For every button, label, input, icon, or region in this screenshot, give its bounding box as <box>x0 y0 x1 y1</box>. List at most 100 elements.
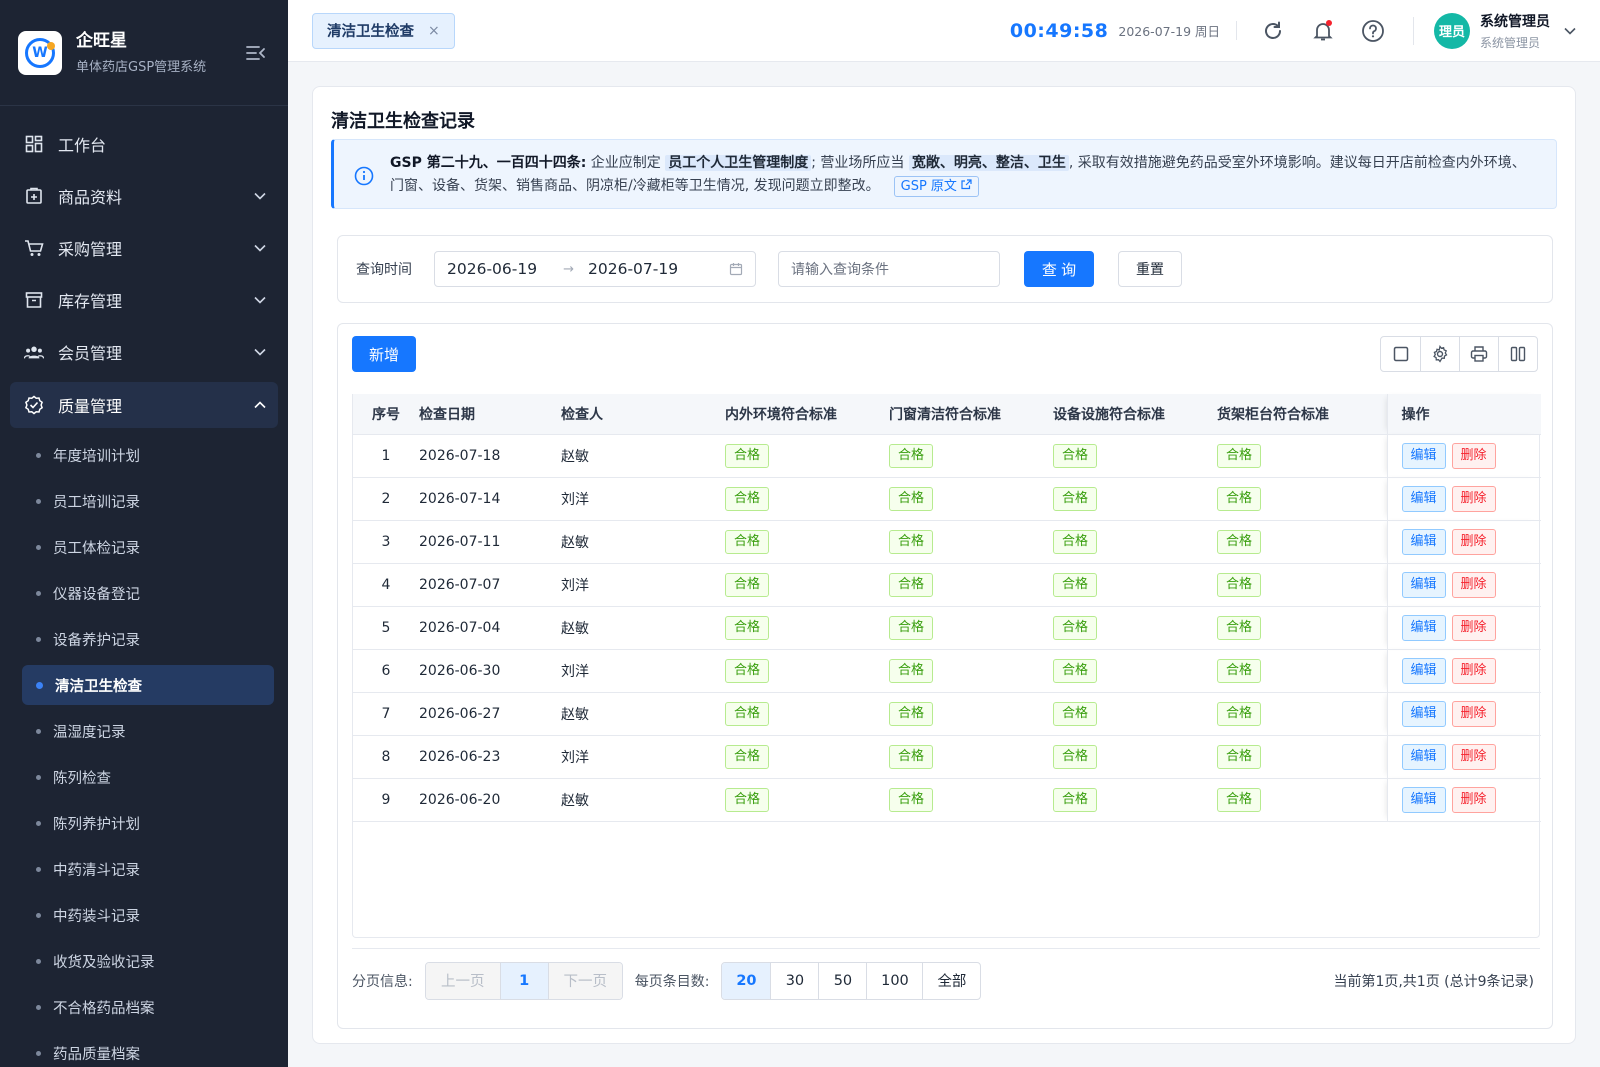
subitem-label: 员工培训记录 <box>53 494 140 511</box>
sidebar-collapse-icon[interactable] <box>244 41 268 65</box>
columns-icon[interactable] <box>1498 337 1537 371</box>
prev-page-button[interactable]: 上一页 <box>425 962 500 999</box>
table-row[interactable]: 2 2026-07-14 刘洋 合格 合格 合格 合格 编辑 删除 <box>353 477 1541 521</box>
delete-button[interactable]: 删除 <box>1451 571 1496 598</box>
bullet-dot-icon <box>36 590 41 596</box>
column-header[interactable]: 门窗清洁符合标准 <box>889 394 1053 435</box>
delete-button[interactable]: 删除 <box>1451 657 1496 684</box>
settings-gear-icon[interactable] <box>1420 337 1459 371</box>
delete-button[interactable]: 删除 <box>1451 528 1496 555</box>
table-row[interactable]: 9 2026-06-20 赵敏 合格 合格 合格 合格 编辑 删除 <box>353 778 1541 822</box>
edit-button[interactable]: 编辑 <box>1401 743 1446 770</box>
add-button[interactable]: 新增 <box>352 336 416 372</box>
user-menu[interactable]: 理员 系统管理员 系统管理员 <box>1434 11 1576 51</box>
cell-actions: 编辑 删除 <box>1386 649 1541 693</box>
edit-button[interactable]: 编辑 <box>1401 700 1446 727</box>
sidebar-subitem[interactable]: 员工培训记录 <box>0 478 288 524</box>
sidebar-subitem[interactable]: 中药清斗记录 <box>0 846 288 892</box>
sidebar-subitem[interactable]: 员工体检记录 <box>0 524 288 570</box>
search-input[interactable] <box>778 251 1000 287</box>
delete-button[interactable]: 删除 <box>1451 786 1496 813</box>
bullet-dot-icon <box>36 958 41 964</box>
sidebar-subitem[interactable]: 清洁卫生检查 <box>22 665 274 705</box>
edit-button[interactable]: 编辑 <box>1401 786 1446 813</box>
table-row[interactable]: 3 2026-07-11 赵敏 合格 合格 合格 合格 编辑 删除 <box>353 520 1541 564</box>
brand-header: W 企旺星 单体药店GSP管理系统 <box>0 0 288 106</box>
delete-button[interactable]: 删除 <box>1451 700 1496 727</box>
cell-idx: 8 <box>353 735 419 779</box>
menu-item-dashboard[interactable]: 工作台 <box>0 118 288 170</box>
sidebar-subitem[interactable]: 陈列养护计划 <box>0 800 288 846</box>
column-header[interactable]: 内外环境符合标准 <box>725 394 889 435</box>
sidebar-subitem[interactable]: 年度培训计划 <box>0 432 288 478</box>
table-tools <box>1380 336 1538 372</box>
quality-icon <box>24 395 44 415</box>
close-icon[interactable]: × <box>428 23 440 39</box>
page-size-option[interactable]: 20 <box>722 962 771 999</box>
bullet-dot-icon <box>36 452 41 458</box>
menu-item-quality[interactable]: 质量管理 <box>10 382 278 428</box>
sidebar-subitem[interactable]: 不合格药品档案 <box>0 984 288 1030</box>
sidebar-subitem[interactable]: 药品质量档案 <box>0 1030 288 1067</box>
sidebar-subitem[interactable]: 收货及验收记录 <box>0 938 288 984</box>
table-row[interactable]: 1 2026-07-18 赵敏 合格 合格 合格 合格 编辑 删除 <box>353 434 1541 478</box>
column-header[interactable]: 设备设施符合标准 <box>1053 394 1217 435</box>
page-number[interactable]: 1 <box>499 962 548 999</box>
page-size-option[interactable]: 50 <box>818 962 866 999</box>
bell-icon[interactable] <box>1309 17 1337 45</box>
sidebar-subitem[interactable]: 中药装斗记录 <box>0 892 288 938</box>
start-date[interactable]: 2026-06-19 <box>447 260 537 278</box>
delete-button[interactable]: 删除 <box>1451 614 1496 641</box>
delete-button[interactable]: 删除 <box>1451 743 1496 770</box>
query-button[interactable]: 查 询 <box>1024 251 1094 287</box>
table-row[interactable]: 7 2026-06-27 赵敏 合格 合格 合格 合格 编辑 删除 <box>353 692 1541 736</box>
subitem-label: 不合格药品档案 <box>53 1000 155 1017</box>
edit-button[interactable]: 编辑 <box>1401 614 1446 641</box>
status-badge: 合格 <box>725 443 770 468</box>
fullscreen-icon[interactable] <box>1381 337 1420 371</box>
print-icon[interactable] <box>1459 337 1498 371</box>
end-date[interactable]: 2026-07-19 <box>588 260 678 278</box>
column-header[interactable]: 货架柜台符合标准 <box>1217 394 1387 435</box>
edit-button[interactable]: 编辑 <box>1401 442 1446 469</box>
next-page-button[interactable]: 下一页 <box>547 962 622 999</box>
sidebar-subitem[interactable]: 设备养护记录 <box>0 616 288 662</box>
menu-item-products[interactable]: 商品资料 <box>0 170 288 222</box>
chevron-up-icon <box>254 401 266 409</box>
page-size-option[interactable]: 100 <box>866 962 922 999</box>
edit-button[interactable]: 编辑 <box>1401 485 1446 512</box>
help-icon[interactable] <box>1359 17 1387 45</box>
edit-button[interactable]: 编辑 <box>1401 528 1446 555</box>
table-row[interactable]: 4 2026-07-07 刘洋 合格 合格 合格 合格 编辑 删除 <box>353 563 1541 607</box>
menu-item-purchase[interactable]: 采购管理 <box>0 222 288 274</box>
menu-item-members[interactable]: 会员管理 <box>0 326 288 378</box>
table-row[interactable]: 5 2026-07-04 赵敏 合格 合格 合格 合格 编辑 删除 <box>353 606 1541 650</box>
column-header[interactable]: 序号 <box>353 394 419 435</box>
sidebar-subitem[interactable]: 仪器设备登记 <box>0 570 288 616</box>
edit-button[interactable]: 编辑 <box>1401 571 1446 598</box>
tab-cleaning-inspection[interactable]: 清洁卫生检查 × <box>312 12 455 49</box>
cell-equip: 合格 <box>1053 606 1217 650</box>
sidebar-subitem[interactable]: 温湿度记录 <box>0 708 288 754</box>
status-badge: 合格 <box>889 787 934 812</box>
menu-item-inventory[interactable]: 库存管理 <box>0 274 288 326</box>
column-header[interactable]: 检查日期 <box>419 394 561 435</box>
delete-button[interactable]: 删除 <box>1451 442 1496 469</box>
table-row[interactable]: 8 2026-06-23 刘洋 合格 合格 合格 合格 编辑 删除 <box>353 735 1541 779</box>
cell-shelf: 合格 <box>1217 477 1387 521</box>
delete-button[interactable]: 删除 <box>1451 485 1496 512</box>
page-size-option[interactable]: 全部 <box>922 962 980 999</box>
refresh-icon[interactable] <box>1259 17 1287 45</box>
page-size-option[interactable]: 30 <box>770 962 818 999</box>
date-range-picker[interactable]: 2026-06-19 → 2026-07-19 <box>434 251 756 287</box>
bullet-dot-icon <box>36 1004 41 1010</box>
gsp-source-link[interactable]: GSP 原文 <box>893 176 980 197</box>
reset-button[interactable]: 重置 <box>1118 251 1182 287</box>
sidebar-subitem[interactable]: 陈列检查 <box>0 754 288 800</box>
cell-idx: 2 <box>353 477 419 521</box>
cell-date: 2026-07-14 <box>419 477 561 521</box>
cell-date: 2026-07-11 <box>419 520 561 564</box>
column-header[interactable]: 检查人 <box>561 394 725 435</box>
edit-button[interactable]: 编辑 <box>1401 657 1446 684</box>
table-row[interactable]: 6 2026-06-30 刘洋 合格 合格 合格 合格 编辑 删除 <box>353 649 1541 693</box>
